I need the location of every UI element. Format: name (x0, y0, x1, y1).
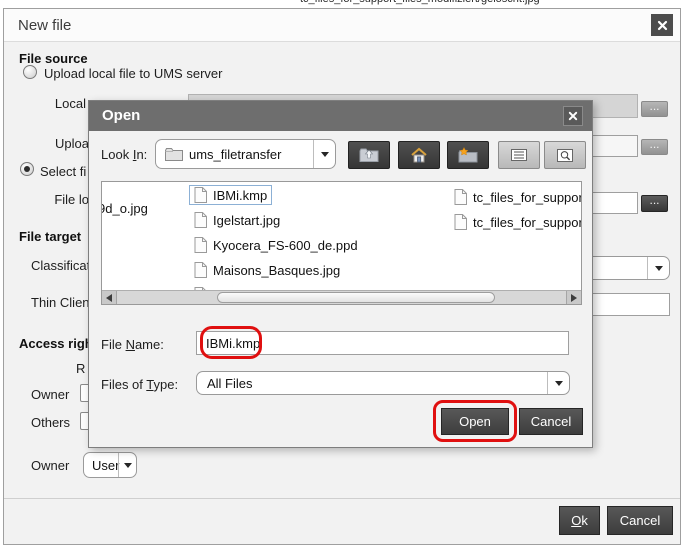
files-of-type-select[interactable]: All Files (196, 371, 570, 395)
list-view-icon (511, 149, 527, 161)
screen: tc_files_for_support_files_modifiziert/g… (0, 0, 685, 550)
file-target-heading: File target (19, 229, 81, 244)
details-view-button[interactable] (544, 141, 586, 169)
footer-separator (4, 498, 680, 499)
dropdown-arrow-section[interactable] (313, 140, 335, 168)
file-name: IBMi.kmp (213, 188, 267, 203)
dialog-title: New file (18, 17, 71, 34)
scroll-left-button[interactable] (102, 291, 117, 304)
chevron-down-icon (555, 381, 563, 386)
thin-client-label: Thin Client (31, 295, 93, 310)
new-folder-icon (458, 147, 478, 163)
close-icon (657, 20, 668, 31)
file-location-label: File lo (4, 192, 89, 207)
open-cancel-button[interactable]: Cancel (519, 408, 583, 435)
home-icon (410, 147, 428, 163)
local-file-label: Local (4, 96, 86, 111)
upload-browse-button[interactable]: ... (641, 139, 668, 155)
open-close-button[interactable] (563, 106, 583, 126)
file-icon (194, 212, 207, 228)
cancel-button[interactable]: Cancel (607, 506, 673, 535)
new-file-titlebar: New file (4, 9, 680, 42)
file-icon (194, 237, 207, 253)
scroll-right-button[interactable] (566, 291, 581, 304)
file-name: tc_files_for_support_ (473, 215, 582, 230)
folder-up-icon (359, 147, 379, 163)
list-view-button[interactable] (498, 141, 540, 169)
folder-icon (165, 148, 183, 161)
chevron-down-icon (124, 463, 132, 468)
chevron-down-icon (321, 152, 329, 157)
file-name-input[interactable] (196, 331, 569, 355)
open-dialog-titlebar: Open (89, 101, 592, 131)
file-name: 9d_o.jpg (101, 201, 148, 216)
file-name: tc_files_for_support_ (473, 190, 582, 205)
select-file-radio-label: Select fi (40, 164, 86, 179)
close-button[interactable] (651, 14, 673, 36)
file-icon (454, 214, 467, 230)
up-one-level-button[interactable] (348, 141, 390, 169)
file-location-browse-button[interactable]: ... (641, 195, 668, 212)
list-item[interactable]: Kyocera_FS-600_de.ppd (189, 235, 363, 255)
file-icon (454, 189, 467, 205)
local-file-browse-button[interactable]: ... (641, 101, 668, 117)
arrow-left-icon (106, 294, 112, 302)
upload-radio-label: Upload local file to UMS server (44, 66, 222, 81)
list-item-selected[interactable]: IBMi.kmp (189, 185, 272, 205)
clipped-background-text: tc_files_for_support_files_modifiziert/g… (300, 0, 540, 5)
dropdown-arrow-section[interactable] (647, 257, 669, 279)
access-rights-heading: Access right (19, 336, 97, 351)
owner-label: Owner (31, 458, 69, 473)
home-button[interactable] (398, 141, 440, 169)
file-name-label: File Name: (101, 337, 164, 352)
chevron-down-icon (655, 266, 663, 271)
file-list[interactable]: 9d_o.jpg IBMi.kmp Igelstart.jpg Kyocera_… (101, 181, 582, 305)
horizontal-scrollbar[interactable] (102, 290, 581, 304)
select-file-radio[interactable] (20, 162, 34, 176)
list-item[interactable]: tc_files_for_support_ (449, 187, 582, 207)
upload-radio[interactable] (23, 65, 37, 79)
dropdown-arrow-section[interactable] (118, 453, 136, 477)
owner-row-label: Owner (31, 387, 69, 402)
open-dialog-title: Open (102, 107, 140, 124)
look-in-label: Look In: (101, 147, 147, 162)
look-in-select[interactable]: ums_filetransfer (155, 139, 336, 169)
list-item[interactable]: Igelstart.jpg (189, 210, 285, 230)
file-source-heading: File source (19, 51, 88, 66)
owner-select-value: User (92, 458, 119, 473)
new-folder-button[interactable] (447, 141, 489, 169)
open-button[interactable]: Open (441, 408, 509, 435)
classification-label: Classificat (31, 258, 90, 273)
others-row-label: Others (31, 415, 70, 430)
close-icon (568, 111, 578, 121)
file-icon (194, 262, 207, 278)
dropdown-arrow-section[interactable] (547, 372, 569, 394)
file-name: Maisons_Basques.jpg (213, 263, 340, 278)
file-name: Igelstart.jpg (213, 213, 280, 228)
background-window-strip: tc_files_for_support_files_modifiziert/g… (0, 0, 685, 8)
read-column-header: R (76, 361, 85, 376)
owner-select[interactable]: User (83, 452, 137, 478)
look-in-value: ums_filetransfer (189, 147, 281, 162)
arrow-right-icon (571, 294, 577, 302)
list-item[interactable]: 9d_o.jpg (101, 199, 153, 218)
file-icon (194, 187, 207, 203)
upload-label: Uploa (4, 136, 89, 151)
files-of-type-value: All Files (207, 376, 253, 391)
details-view-icon (557, 149, 573, 162)
radio-dot (24, 166, 30, 172)
files-of-type-label: Files of Type: (101, 377, 178, 392)
scrollbar-thumb[interactable] (217, 292, 495, 303)
open-file-dialog: Open Look In: ums_filetransfer (88, 100, 593, 448)
ok-button[interactable]: Ok (559, 506, 600, 535)
list-item[interactable]: Maisons_Basques.jpg (189, 260, 345, 280)
list-item[interactable]: tc_files_for_support_ (449, 212, 582, 232)
file-name: Kyocera_FS-600_de.ppd (213, 238, 358, 253)
